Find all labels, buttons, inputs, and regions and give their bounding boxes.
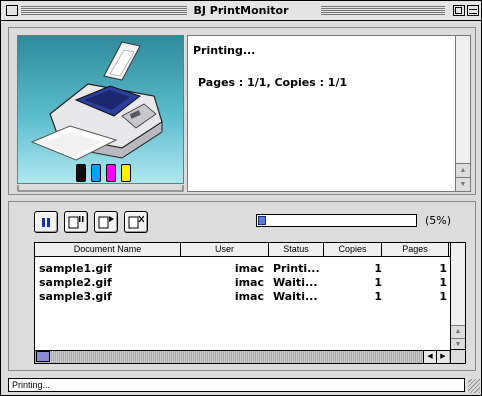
print-monitor-window: BJ PrintMonitor Printing... Pages: 1/1,… xyxy=(0,0,482,396)
close-box[interactable] xyxy=(6,5,18,16)
status-bar: Printing... xyxy=(8,378,465,392)
pages-cell: 1 xyxy=(439,290,447,303)
document-delete-icon xyxy=(128,215,144,229)
status-cell: Waiti... xyxy=(273,290,318,303)
pages-copies-info: Pages : 1/1, Copies : 1/1 xyxy=(198,76,348,89)
scroll-right-arrow-icon[interactable]: ▶ xyxy=(436,351,449,363)
ink-black-icon xyxy=(76,164,86,182)
copies-cell: 1 xyxy=(374,262,382,275)
progress-percent: (5%) xyxy=(425,214,452,227)
progress-fill xyxy=(258,216,266,225)
table-vertical-scrollbar[interactable]: ▲ ▼ xyxy=(450,243,465,351)
document-play-icon xyxy=(98,216,114,229)
table-row[interactable]: sample2.gif imac Waiti... 1 1 xyxy=(35,276,451,290)
hold-button[interactable] xyxy=(64,211,88,233)
column-header-user[interactable]: User xyxy=(181,243,269,256)
resize-grip-icon[interactable] xyxy=(468,379,480,393)
printer-illustration xyxy=(17,35,184,184)
scroll-up-arrow-icon[interactable]: ▲ xyxy=(451,325,465,338)
print-queue-panel: (5%) Document Name User Status Copies Pa… xyxy=(8,201,476,371)
scroll-left-arrow-icon[interactable]: ◀ xyxy=(423,351,436,363)
copies-cell: 1 xyxy=(374,276,382,289)
status-cell: Waiti... xyxy=(273,276,318,289)
status-scrollbar[interactable]: ▲ ▼ xyxy=(455,36,470,191)
pages-cell: 1 xyxy=(439,262,447,275)
document-pause-icon xyxy=(68,216,84,229)
scroll-thumb[interactable] xyxy=(36,351,50,362)
delete-button[interactable] xyxy=(124,211,148,233)
ink-levels xyxy=(18,164,185,184)
panel-divider xyxy=(17,185,184,192)
user-cell: imac xyxy=(234,276,264,289)
status-message: Printing... xyxy=(193,44,256,57)
table-row[interactable]: sample3.gif imac Waiti... 1 1 xyxy=(35,290,451,304)
document-name-cell: sample1.gif xyxy=(39,262,112,275)
collapse-box[interactable] xyxy=(467,5,479,16)
print-queue-table[interactable]: Document Name User Status Copies Pages s… xyxy=(34,242,466,364)
printer-status-panel: Printing... Pages : 1/1, Copies : 1/1 ▲ … xyxy=(8,27,476,195)
user-cell: imac xyxy=(234,290,264,303)
ink-yellow-icon xyxy=(121,164,131,182)
scroll-up-arrow-icon[interactable]: ▲ xyxy=(456,163,470,177)
title-stripes-left xyxy=(21,6,187,15)
table-header: Document Name User Status Copies Pages xyxy=(35,243,451,257)
printer-icon xyxy=(30,41,163,161)
ink-cyan-icon xyxy=(91,164,101,182)
pages-cell: 1 xyxy=(439,276,447,289)
column-header-document-name[interactable]: Document Name xyxy=(35,243,181,256)
pause-icon xyxy=(42,218,50,227)
ink-magenta-icon xyxy=(106,164,116,182)
table-row[interactable]: sample1.gif imac Printi... 1 1 xyxy=(35,262,451,276)
document-name-cell: sample3.gif xyxy=(39,290,112,303)
print-progress-bar xyxy=(256,214,417,227)
status-text-area: Printing... Pages : 1/1, Copies : 1/1 ▲ … xyxy=(187,35,471,192)
column-header-status[interactable]: Status xyxy=(269,243,324,256)
column-header-pages[interactable]: Pages xyxy=(382,243,449,256)
scroll-corner xyxy=(450,349,465,363)
scroll-down-arrow-icon[interactable]: ▼ xyxy=(456,177,470,191)
status-cell: Printi... xyxy=(273,262,320,275)
column-header-copies[interactable]: Copies xyxy=(324,243,382,256)
copies-cell: 1 xyxy=(374,290,382,303)
title-stripes-right xyxy=(321,6,445,15)
title-bar[interactable]: BJ PrintMonitor xyxy=(1,1,481,21)
document-name-cell: sample2.gif xyxy=(39,276,112,289)
zoom-box[interactable] xyxy=(453,5,465,16)
resume-button[interactable] xyxy=(94,211,118,233)
pause-button[interactable] xyxy=(34,211,58,233)
table-horizontal-scrollbar[interactable]: ◀ ▶ xyxy=(35,350,451,363)
user-cell: imac xyxy=(234,262,264,275)
